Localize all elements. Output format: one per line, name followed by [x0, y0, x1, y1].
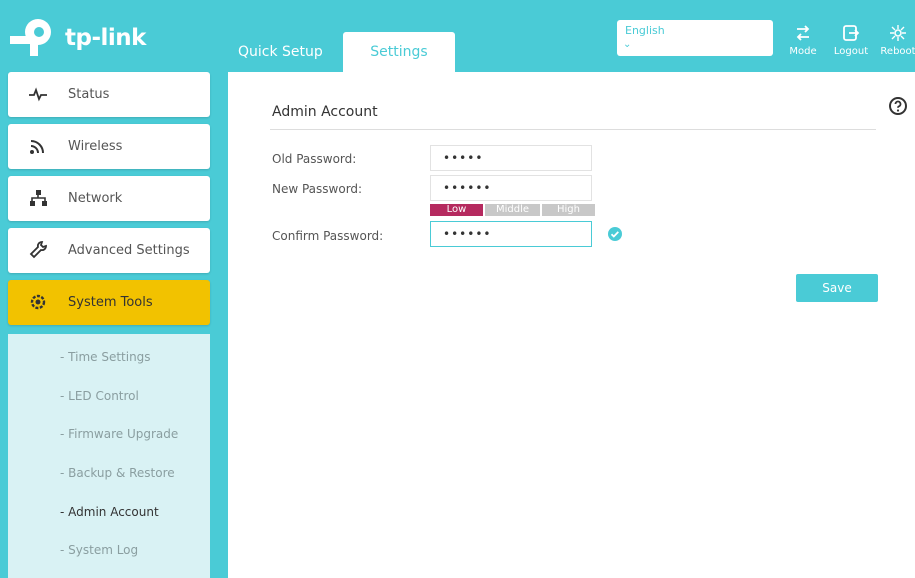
confirm-password-label: Confirm Password: — [272, 229, 384, 243]
strength-middle: Middle — [485, 204, 540, 216]
new-password-field[interactable] — [430, 175, 592, 201]
reboot-label: Reboot — [880, 46, 915, 57]
sidebar-item-status[interactable]: Status — [8, 72, 210, 117]
sidebar-item-advanced-settings[interactable]: Advanced Settings — [8, 228, 210, 273]
section-title: Admin Account — [272, 104, 378, 120]
language-value: English — [625, 24, 665, 37]
submenu-item-system-log[interactable]: - System Log — [60, 543, 138, 557]
wifi-icon — [28, 136, 48, 156]
language-select[interactable]: English ⌄ — [617, 20, 773, 56]
sidebar-item-label: Status — [68, 87, 110, 102]
sidebar: Status Wireless Network Advanced Setting… — [0, 72, 228, 578]
sidebar-item-label: Wireless — [68, 139, 123, 154]
sidebar-item-network[interactable]: Network — [8, 176, 210, 221]
gear-icon — [28, 292, 48, 312]
submenu-item-time-settings[interactable]: - Time Settings — [60, 350, 151, 364]
strength-high: High — [542, 204, 595, 216]
brand-name: tp-link — [65, 25, 146, 51]
mode-icon — [784, 24, 822, 46]
tp-link-logo-icon — [10, 19, 51, 56]
title-divider — [270, 129, 876, 130]
submenu-item-backup-restore[interactable]: - Backup & Restore — [60, 466, 175, 480]
reboot-button[interactable]: Reboot — [878, 24, 915, 64]
logout-label: Logout — [833, 46, 869, 57]
sidebar-item-label: Network — [68, 191, 123, 206]
tab-settings[interactable]: Settings — [343, 32, 455, 72]
wrench-icon — [28, 240, 48, 260]
save-button[interactable]: Save — [796, 274, 878, 302]
mode-button[interactable]: Mode — [784, 24, 822, 64]
sidebar-item-label: Advanced Settings — [68, 243, 190, 258]
network-icon — [28, 188, 48, 208]
sidebar-item-wireless[interactable]: Wireless — [8, 124, 210, 169]
reboot-icon — [878, 24, 915, 46]
old-password-label: Old Password: — [272, 152, 357, 166]
top-header: tp-link Quick Setup Settings English ⌄ M… — [0, 0, 915, 72]
help-icon[interactable] — [888, 96, 908, 116]
logout-button[interactable]: Logout — [826, 24, 876, 64]
submenu-item-admin-account[interactable]: - Admin Account — [60, 505, 159, 519]
main-content: Admin Account Old Password: New Password… — [228, 72, 915, 578]
pulse-icon — [28, 84, 48, 104]
submenu-item-firmware-upgrade[interactable]: - Firmware Upgrade — [60, 427, 178, 441]
tp-link-logo[interactable]: tp-link — [10, 12, 160, 60]
check-icon — [607, 226, 623, 242]
tab-quick-setup[interactable]: Quick Setup — [238, 32, 323, 72]
sidebar-item-label: System Tools — [68, 295, 153, 310]
system-tools-submenu: - Time Settings - LED Control - Firmware… — [8, 334, 210, 578]
submenu-item-led-control[interactable]: - LED Control — [60, 389, 139, 403]
sidebar-item-system-tools[interactable]: System Tools — [8, 280, 210, 325]
old-password-field[interactable] — [430, 145, 592, 171]
confirm-password-field[interactable] — [430, 221, 592, 247]
mode-label: Mode — [789, 46, 817, 57]
new-password-label: New Password: — [272, 182, 363, 196]
strength-low: Low — [430, 204, 483, 216]
logout-icon — [826, 24, 876, 46]
chevron-down-icon: ⌄ — [623, 39, 632, 50]
